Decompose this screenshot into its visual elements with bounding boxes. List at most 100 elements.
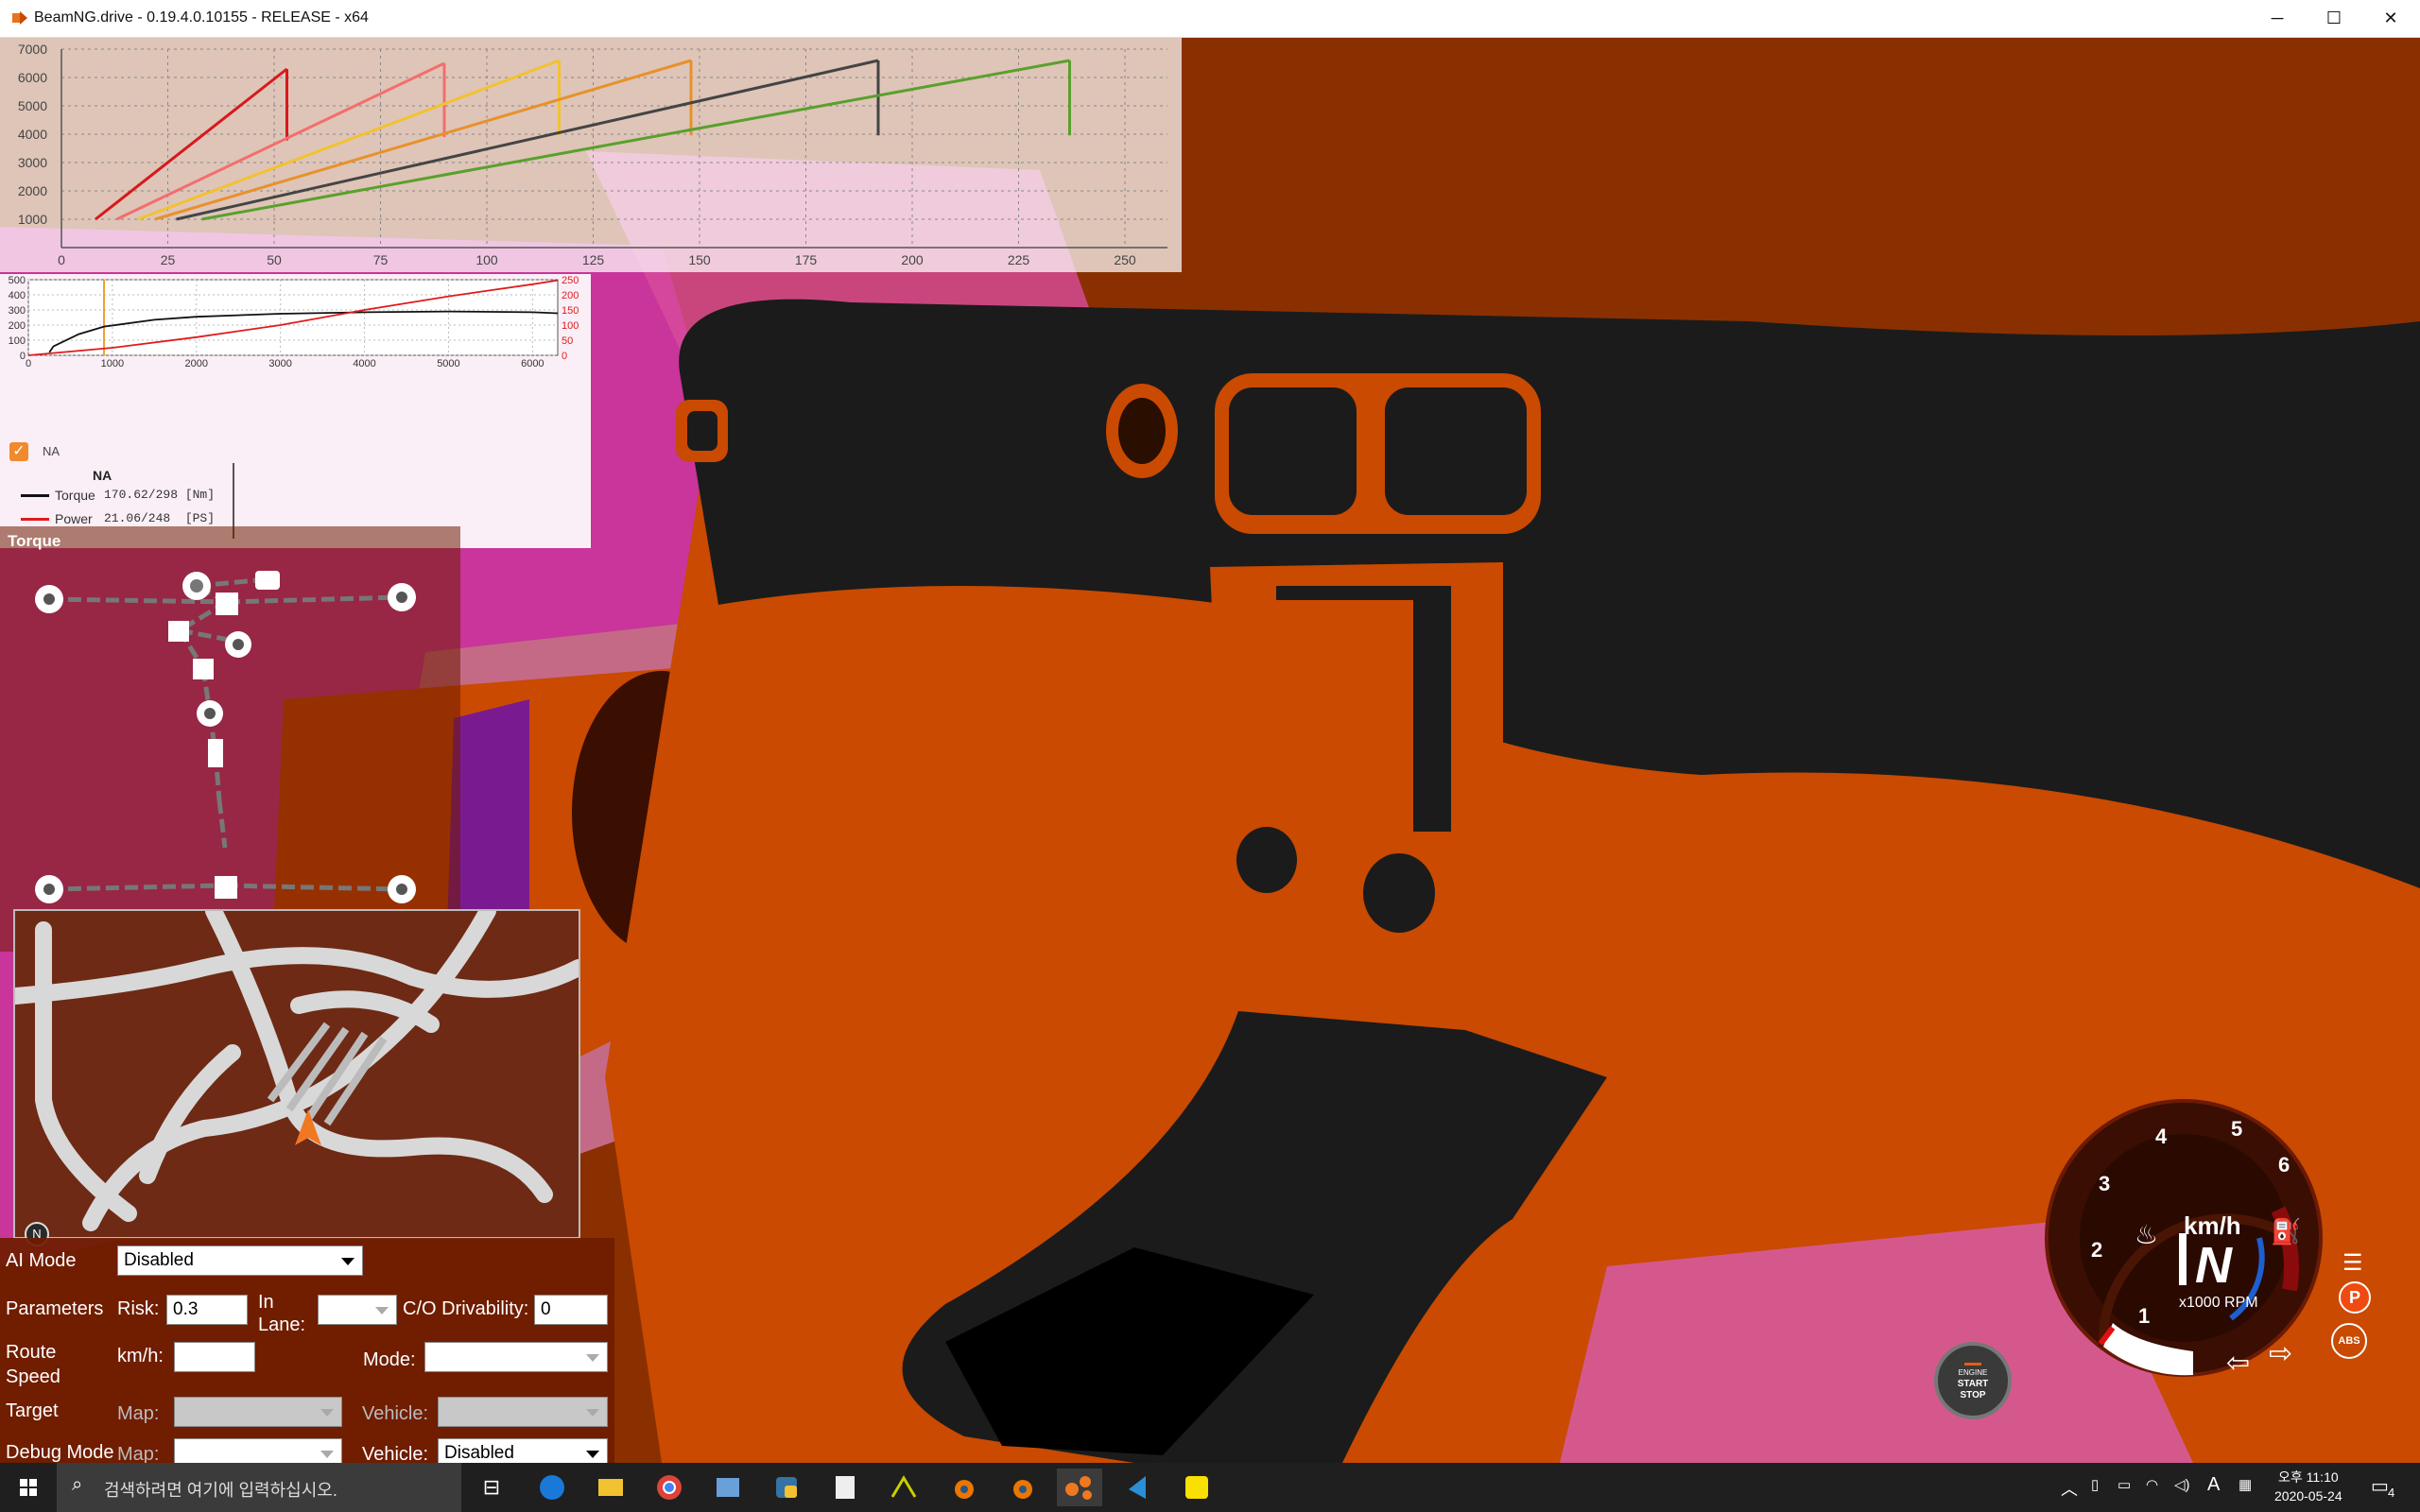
beamng-taskbar-icon[interactable]: [1057, 1469, 1102, 1506]
left-turn-signal-icon: ⇦: [2226, 1348, 2251, 1379]
y-left-tick-label: 0: [20, 351, 26, 362]
y-tick-label: 1000: [18, 212, 47, 227]
x-tick-label: 1000: [101, 358, 124, 369]
input-language-indicator[interactable]: A: [2207, 1474, 2220, 1496]
beamng-app-icon: [12, 11, 27, 25]
chevron-down-icon: [586, 1451, 599, 1458]
target-label: Target: [6, 1400, 59, 1421]
route-speed-input[interactable]: [174, 1342, 255, 1372]
rpm-unit: x1000 RPM: [2179, 1295, 2258, 1311]
na-checkbox[interactable]: ✓: [9, 442, 28, 461]
target-vehicle-select[interactable]: [438, 1397, 608, 1427]
minimize-button[interactable]: ─: [2250, 0, 2305, 37]
clock-time[interactable]: 오후 11:10: [2278, 1468, 2339, 1486]
drivability-input[interactable]: 0: [534, 1295, 608, 1325]
search-placeholder: 검색하려면 여기에 입력하십시오.: [104, 1481, 337, 1500]
file-explorer-icon[interactable]: [592, 1469, 630, 1506]
gear-series-6: [201, 59, 1070, 221]
in-lane-label: In Lane:: [258, 1292, 306, 1335]
y-tick-label: 2000: [18, 183, 47, 198]
wifi-icon[interactable]: ◠: [2146, 1476, 2158, 1493]
chevron-down-icon: [341, 1258, 354, 1265]
clock-date[interactable]: 2020-05-24: [2274, 1488, 2342, 1503]
maximize-icon: ☐: [2325, 9, 2342, 27]
y-right-tick-label: 50: [562, 335, 573, 347]
x-tick-label: 200: [901, 252, 924, 267]
y-tick-label: 4000: [18, 127, 47, 142]
engine-indicator-light: [1964, 1363, 1981, 1366]
parameters-label: Parameters: [6, 1298, 104, 1319]
close-button[interactable]: ✕: [2363, 0, 2418, 37]
ai-mode-value: Disabled: [124, 1250, 194, 1270]
usb-icon[interactable]: ▯: [2091, 1476, 2099, 1493]
chevron-down-icon: [375, 1307, 389, 1314]
engine-start-stop-button[interactable]: ENGINE START STOP: [1934, 1342, 2012, 1419]
task-view-icon[interactable]: ⊟: [473, 1469, 510, 1506]
abs-icon: ABS: [2331, 1323, 2367, 1359]
gear-series-4: [154, 59, 692, 221]
abs-label: ABS: [2338, 1335, 2360, 1347]
torque-legend-label: Torque: [55, 488, 95, 503]
speed-mode-select[interactable]: [424, 1342, 608, 1372]
start-label: START: [1957, 1379, 1989, 1389]
ai-mode-select[interactable]: Disabled: [117, 1246, 363, 1276]
blender-icon[interactable]: [943, 1469, 981, 1506]
stop-label: STOP: [1960, 1390, 1986, 1400]
target-map-select[interactable]: [174, 1397, 342, 1427]
ime-icon[interactable]: ▦: [2238, 1476, 2252, 1493]
notification-icon[interactable]: ▭: [2371, 1474, 2389, 1498]
x-tick-label: 125: [582, 252, 605, 267]
drivability-label: C/O Drivability:: [403, 1298, 529, 1319]
x-tick-label: 150: [688, 252, 711, 267]
maximize-button[interactable]: ☐: [2307, 0, 2361, 37]
wheel-icon: [35, 583, 416, 903]
battery-icon[interactable]: ▭: [2118, 1476, 2131, 1493]
kakaotalk-icon[interactable]: [1178, 1469, 1216, 1506]
y-left-tick-label: 300: [9, 305, 26, 317]
x-tick-label: 0: [58, 252, 65, 267]
windows-logo-icon: [20, 1479, 37, 1496]
start-button[interactable]: [9, 1469, 47, 1506]
rpm-mark-6: 6: [2278, 1153, 2290, 1177]
torque-swatch: [21, 494, 49, 497]
y-tick-label: 5000: [18, 98, 47, 113]
chrome-icon[interactable]: [650, 1469, 688, 1506]
y-left-tick-label: 200: [9, 320, 26, 332]
powertrain-panel: Torque: [0, 526, 460, 952]
gear-indicator: N: [2195, 1237, 2232, 1294]
tool-app-icon[interactable]: [885, 1469, 923, 1506]
x-tick-label: 75: [373, 252, 389, 267]
notepad-icon[interactable]: [826, 1469, 864, 1506]
x-tick-label: 250: [1114, 252, 1136, 267]
minimize-icon: ─: [2271, 9, 2284, 27]
x-tick-label: 3000: [268, 358, 291, 369]
blender-icon-2[interactable]: [1002, 1469, 1040, 1506]
torque-power-panel: 0 1000 2000 3000 4000 5000 6000 500 400 300 200 100…: [0, 274, 591, 548]
parking-brake-icon: P: [2339, 1281, 2371, 1314]
x-tick-label: 5000: [437, 358, 459, 369]
y-tick-label: 3000: [18, 155, 47, 170]
python-icon[interactable]: [768, 1469, 805, 1506]
photos-app-icon[interactable]: [709, 1469, 747, 1506]
target-vehicle-label: Vehicle:: [362, 1403, 429, 1424]
risk-input[interactable]: 0.3: [166, 1295, 248, 1325]
chevron-down-icon: [586, 1354, 599, 1362]
debug-mode-label: Debug Mode: [6, 1442, 114, 1463]
tray-chevron-up-icon[interactable]: ︿: [2061, 1476, 2078, 1501]
minimap[interactable]: [13, 909, 580, 1239]
x-tick-label: 6000: [521, 358, 544, 369]
y-right-tick-label: 200: [562, 290, 579, 301]
taskbar-search-box[interactable]: ⌕ 검색하려면 여기에 입력하십시오.: [57, 1463, 461, 1512]
x-tick-label: 4000: [353, 358, 375, 369]
debug-vehicle-value: Disabled: [444, 1443, 514, 1463]
edge-icon[interactable]: [533, 1469, 571, 1506]
rpm-mark-3: 3: [2099, 1172, 2111, 1195]
coolant-temp-icon: ♨: [2135, 1220, 2159, 1249]
gear-speed-chart: 0 25 50 75 100 125 150 175 200 225 250 7000 6000 5000…: [18, 42, 1167, 267]
in-lane-select[interactable]: [318, 1295, 397, 1325]
vscode-icon[interactable]: [1119, 1469, 1157, 1506]
gear-series-3: [137, 59, 561, 221]
gear-speed-chart-panel: 0 25 50 75 100 125 150 175 200 225 250 7000 6000 5000…: [0, 38, 1182, 272]
grid: [60, 48, 1167, 248]
volume-icon[interactable]: ◁): [2174, 1476, 2190, 1493]
